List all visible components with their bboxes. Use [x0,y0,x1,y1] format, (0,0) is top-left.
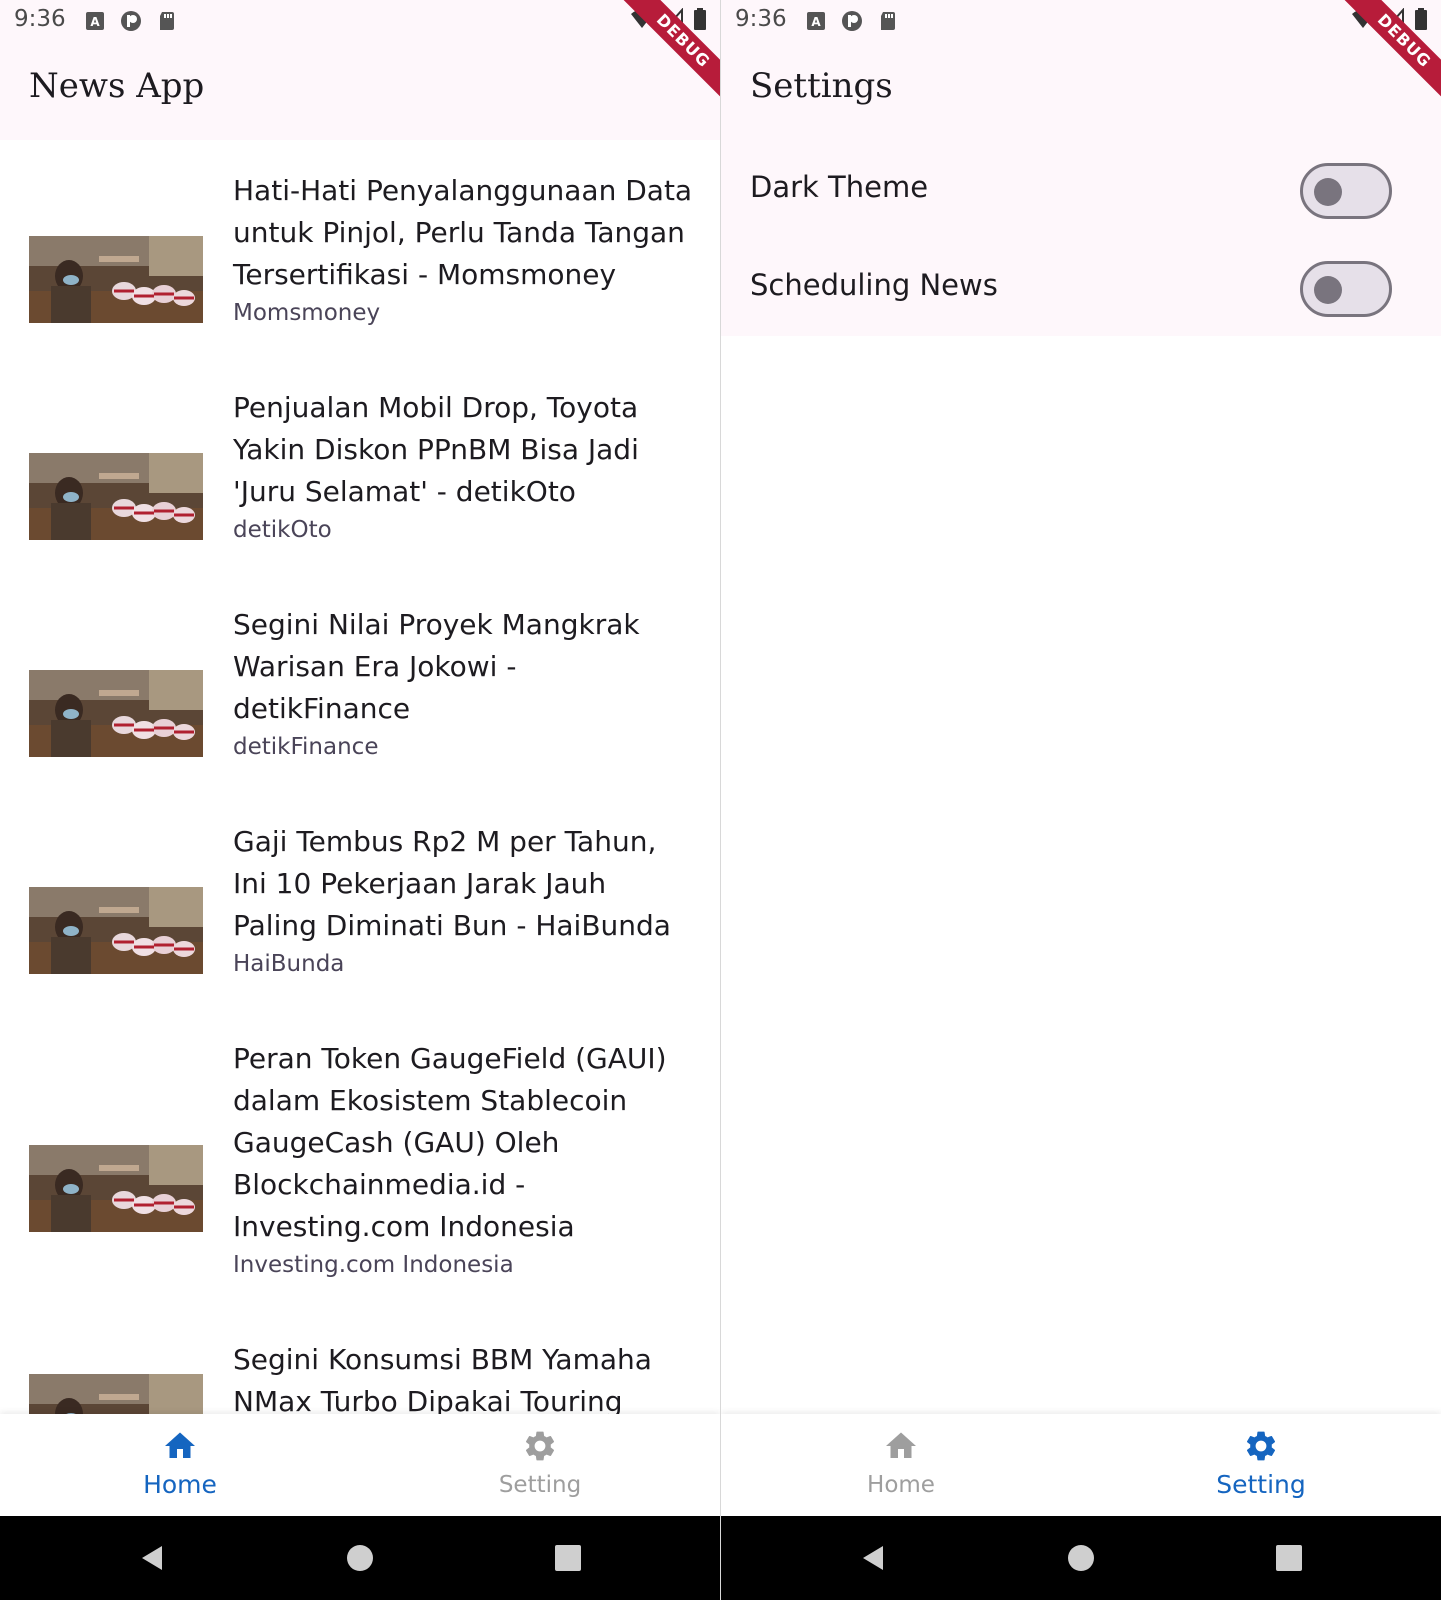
page-title: News App [29,66,205,106]
system-navigation-bar [0,1516,720,1600]
article-thumbnail [29,453,203,540]
nav-setting-tab[interactable]: Setting [360,1414,720,1516]
nav-setting-label: Setting [1216,1470,1306,1499]
status-notification-icons: A [84,10,178,32]
article-source: Momsmoney [233,300,381,326]
nav-setting-tab[interactable]: Setting [1081,1414,1441,1516]
article-source: HaiBunda [233,951,345,977]
status-bar: 9:36 A [0,0,720,44]
toggle-knob [1314,178,1342,206]
nav-home-tab[interactable]: Home [721,1414,1081,1516]
article-title: Hati-Hati Penyalanggunaan Data untuk Pin… [233,174,693,291]
setting-label: Dark Theme [750,170,929,204]
nav-setting-label: Setting [498,1472,582,1498]
p-notification-icon [842,11,862,31]
status-time: 9:36 [735,6,787,32]
article-thumbnail [29,236,203,323]
wifi-icon [1352,9,1374,28]
article-thumbnail [29,670,203,757]
bottom-navigation: Home Setting [0,1414,720,1516]
signal-icon [1385,8,1404,29]
svg-text:A: A [90,15,100,29]
sd-card-icon [881,12,895,30]
battery-icon [694,8,706,30]
p-notification-icon [121,11,141,31]
page-title: Settings [750,66,893,106]
article-source: detikFinance [233,734,379,760]
a-notification-icon: A [807,12,825,30]
setting-label: Scheduling News [750,268,998,302]
article-thumbnail [29,887,203,974]
settings-list: Dark Theme Scheduling News [721,140,1441,336]
nav-home-label: Home [867,1472,935,1498]
article-title: Gaji Tembus Rp2 M per Tahun, Ini 10 Peke… [233,825,671,942]
nav-home-tab[interactable]: Home [0,1414,360,1516]
gear-icon [522,1428,558,1464]
dark-theme-toggle[interactable] [1300,163,1392,219]
home-circle-icon[interactable] [1065,1542,1097,1574]
signal-icon [664,8,683,29]
status-notification-icons: A [805,10,899,32]
gear-icon [1243,1428,1279,1464]
system-navigation-bar [721,1516,1441,1600]
setting-row-scheduling-news[interactable]: Scheduling News [721,238,1441,336]
article-source: Investing.com Indonesia [233,1252,514,1278]
status-bar: 9:36 A [721,0,1441,44]
app-bar: Settings [721,44,1441,140]
status-time: 9:36 [14,6,66,32]
news-screen: 9:36 A DEBUG News App Hati-Hati Penyalan… [0,0,720,1600]
scheduling-news-toggle[interactable] [1300,261,1392,317]
a-notification-icon: A [86,12,104,30]
back-icon[interactable] [136,1542,168,1574]
recents-icon[interactable] [552,1542,584,1574]
article-title: Penjualan Mobil Drop, Toyota Yakin Disko… [233,391,639,508]
article-thumbnail [29,1145,203,1232]
article-title: Segini Nilai Proyek Mangkrak Warisan Era… [233,608,640,725]
app-bar: News App [0,44,720,140]
home-icon [162,1428,198,1464]
article-title: Segini Konsumsi BBM Yamaha NMax Turbo Di… [233,1343,652,1414]
svg-text:A: A [811,15,821,29]
article-source: detikOto [233,517,332,543]
home-circle-icon[interactable] [344,1542,376,1574]
battery-icon [1415,8,1427,30]
article-title: Peran Token GaugeField (GAUI) dalam Ekos… [233,1042,667,1243]
article-thumbnail [29,1374,203,1414]
news-list[interactable]: Hati-Hati Penyalanggunaan Data untuk Pin… [0,140,720,1414]
toggle-knob [1314,276,1342,304]
recents-icon[interactable] [1273,1542,1305,1574]
settings-screen: 9:36 A DEBUG Settings Dark Theme Schedul… [721,0,1441,1600]
wifi-icon [631,9,653,28]
bottom-navigation: Home Setting [721,1414,1441,1516]
setting-row-dark-theme[interactable]: Dark Theme [721,140,1441,238]
nav-home-label: Home [143,1470,217,1499]
back-icon[interactable] [857,1542,889,1574]
home-icon [883,1428,919,1464]
status-system-icons [630,8,706,30]
status-system-icons [1351,8,1427,30]
sd-card-icon [160,12,174,30]
